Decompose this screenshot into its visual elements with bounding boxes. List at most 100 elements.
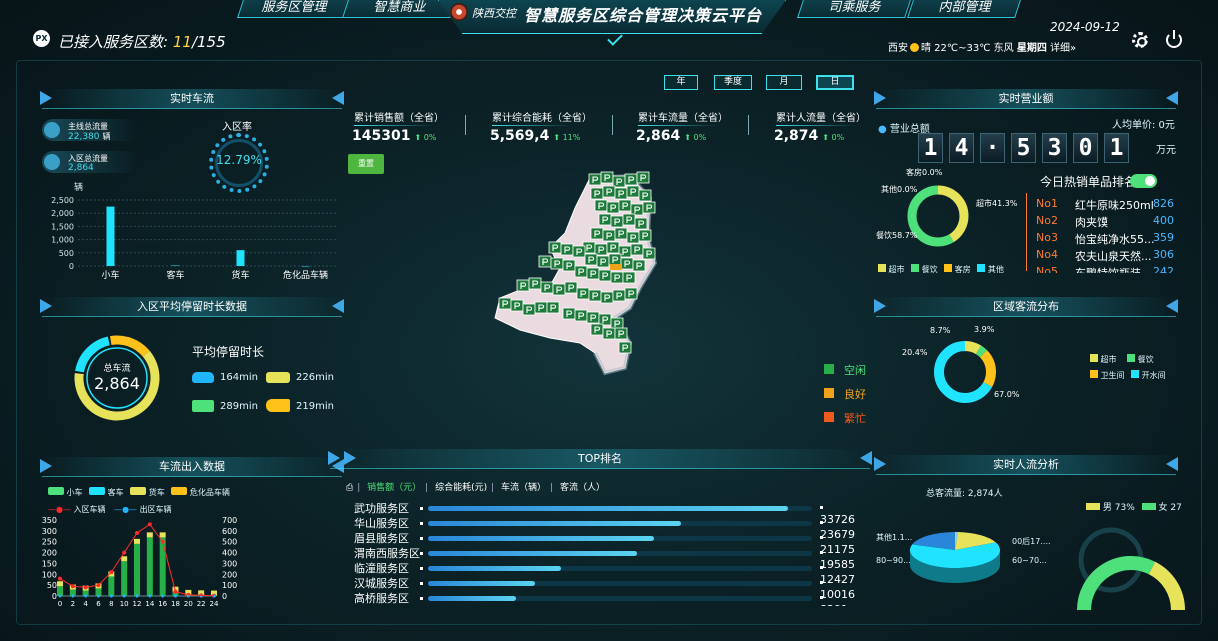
period-tab-month[interactable]: 月 <box>766 75 802 90</box>
service-area-marker-good[interactable] <box>610 264 622 270</box>
service-area-marker[interactable] <box>540 281 554 294</box>
service-area-marker[interactable] <box>534 301 548 314</box>
nav-tab-passenger-service[interactable]: 司乘服务 <box>797 0 911 18</box>
service-area-marker[interactable] <box>624 173 638 186</box>
service-area-marker[interactable] <box>618 341 632 354</box>
ranking-tab-sales[interactable]: 销售额（元） <box>367 483 421 493</box>
period-tab-year[interactable]: 年 <box>664 75 698 90</box>
hot-item-rank: No5 <box>1036 265 1058 273</box>
service-area-marker[interactable] <box>620 257 634 270</box>
service-area-marker[interactable] <box>576 287 590 300</box>
service-area-marker[interactable] <box>614 187 628 200</box>
ranking-name: 眉县服务区 <box>354 532 409 545</box>
service-area-marker[interactable] <box>562 259 576 272</box>
service-area-marker[interactable] <box>588 173 602 186</box>
service-area-marker[interactable] <box>584 253 598 266</box>
y-tick-label: 1,500 <box>51 222 74 231</box>
date-display: 2024-09-12 <box>1050 20 1120 34</box>
service-area-marker[interactable] <box>612 289 626 302</box>
export-icon[interactable]: ⎙ <box>346 483 353 493</box>
service-area-marker[interactable] <box>610 317 624 330</box>
service-area-marker[interactable] <box>572 245 586 258</box>
service-area-marker[interactable] <box>614 227 628 240</box>
service-area-marker[interactable] <box>638 229 652 242</box>
service-area-marker[interactable] <box>610 215 624 228</box>
service-area-marker[interactable] <box>600 291 614 304</box>
nav-tab-internal-management[interactable]: 内部管理 <box>907 0 1021 18</box>
power-icon[interactable] <box>1166 30 1182 48</box>
service-area-marker[interactable] <box>550 257 564 270</box>
service-area-marker[interactable] <box>528 277 542 290</box>
service-area-marker[interactable] <box>522 303 536 316</box>
service-area-marker[interactable] <box>498 297 512 310</box>
nav-tab-service-area[interactable]: 服务区管理 <box>237 0 351 18</box>
service-area-marker[interactable] <box>606 241 620 254</box>
service-area-marker[interactable] <box>602 327 616 340</box>
gear-icon[interactable] <box>1132 32 1148 48</box>
period-tab-day[interactable]: 日 <box>816 75 854 90</box>
service-area-marker[interactable] <box>632 259 646 272</box>
line-point <box>97 594 100 598</box>
legend-idle-label: 空闲 <box>844 364 866 377</box>
kpi-traffic-value: 2,864 ⬆ 0% <box>636 128 707 144</box>
service-area-marker[interactable] <box>642 247 656 260</box>
reset-button[interactable]: 重置 <box>348 154 384 174</box>
kpi-sales-label: 累计销售额（全省） <box>354 109 444 126</box>
service-area-marker[interactable] <box>574 309 588 322</box>
ranking-tab-people[interactable]: 客流（人） <box>560 483 605 493</box>
shaanxi-map[interactable] <box>480 168 700 388</box>
service-area-marker[interactable] <box>598 269 612 282</box>
service-area-marker[interactable] <box>618 199 632 212</box>
service-area-marker[interactable] <box>598 213 612 226</box>
service-area-marker[interactable] <box>588 289 602 302</box>
period-tab-quarter[interactable]: 季度 <box>714 75 752 90</box>
service-area-marker[interactable] <box>606 201 620 214</box>
service-area-marker[interactable] <box>560 243 574 256</box>
service-area-marker[interactable] <box>546 301 560 314</box>
service-area-marker[interactable] <box>562 307 576 320</box>
service-area-marker[interactable] <box>598 313 612 326</box>
service-area-marker[interactable] <box>614 327 628 340</box>
service-area-marker[interactable] <box>564 281 578 294</box>
nav-tab-smart-commerce[interactable]: 智慧商业 <box>342 0 456 18</box>
service-area-marker[interactable] <box>590 323 604 336</box>
service-area-marker[interactable] <box>638 189 652 202</box>
service-area-marker[interactable] <box>610 271 624 284</box>
service-area-marker[interactable] <box>626 185 640 198</box>
service-area-marker[interactable] <box>636 171 650 184</box>
service-area-marker[interactable] <box>630 203 644 216</box>
service-area-marker[interactable] <box>602 229 616 242</box>
service-area-marker[interactable] <box>634 217 648 230</box>
line-point <box>161 594 165 598</box>
service-area-marker[interactable] <box>586 311 600 324</box>
service-area-marker[interactable] <box>516 279 530 292</box>
service-area-marker[interactable] <box>642 201 656 214</box>
hot-item-name: 怡宝纯净水55... <box>1075 233 1155 246</box>
service-area-marker[interactable] <box>602 185 616 198</box>
service-area-marker[interactable] <box>626 231 640 244</box>
weather-detail-link[interactable]: 详细» <box>1050 43 1076 54</box>
service-area-marker[interactable] <box>600 171 614 184</box>
service-area-marker[interactable] <box>574 265 588 278</box>
service-area-marker[interactable] <box>624 287 638 300</box>
avg-stay-title: 平均停留时长 <box>192 345 265 359</box>
sun-icon <box>910 43 919 52</box>
service-area-marker[interactable] <box>608 253 622 266</box>
ranking-tab-energy[interactable]: 综合能耗(元) <box>435 483 487 493</box>
service-area-marker[interactable] <box>596 255 610 268</box>
service-area-marker[interactable] <box>552 283 566 296</box>
service-area-marker[interactable] <box>548 241 562 254</box>
hot-items-toggle[interactable] <box>1130 174 1157 188</box>
service-area-marker[interactable] <box>594 243 608 256</box>
service-area-marker[interactable] <box>590 187 604 200</box>
service-area-marker[interactable] <box>586 267 600 280</box>
service-area-marker[interactable] <box>612 175 626 188</box>
service-area-marker[interactable] <box>594 199 608 212</box>
service-area-marker[interactable] <box>590 227 604 240</box>
service-area-marker[interactable] <box>622 213 636 226</box>
service-area-marker[interactable] <box>510 299 524 312</box>
service-area-marker[interactable] <box>538 255 552 268</box>
service-area-marker[interactable] <box>622 271 636 284</box>
ranking-tab-traffic[interactable]: 车流（辆） <box>501 483 546 493</box>
service-area-marker[interactable] <box>630 243 644 256</box>
